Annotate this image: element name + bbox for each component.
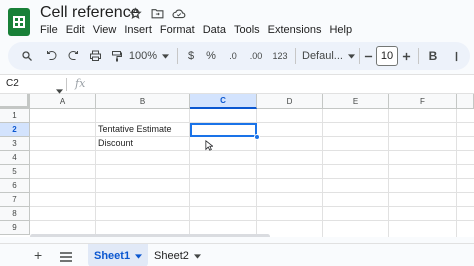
fill-handle[interactable] [254, 134, 260, 140]
menu-file[interactable]: File [40, 24, 58, 36]
name-box[interactable]: C2 [6, 78, 19, 89]
row-header-3[interactable]: 3 [0, 137, 30, 151]
title-bar: Cell reference File Edit View Insert For… [0, 0, 474, 40]
column-header-f[interactable]: F [389, 94, 457, 109]
menu-view[interactable]: View [93, 24, 117, 36]
row-header-8[interactable]: 8 [0, 207, 30, 221]
row-gridline [30, 150, 474, 151]
column-header-e[interactable]: E [323, 94, 389, 109]
spreadsheet-app: Cell reference File Edit View Insert For… [0, 0, 474, 266]
sheet-grid[interactable]: A B C D E F 1 2 3 4 5 6 7 8 9 Tentative … [0, 94, 474, 237]
column-header-a[interactable]: A [30, 94, 96, 109]
row-gridline [30, 220, 474, 221]
bold-button[interactable]: B [426, 42, 440, 70]
move-folder-icon[interactable] [150, 6, 164, 20]
print-icon[interactable] [86, 42, 104, 70]
column-header-b[interactable]: B [96, 94, 190, 109]
menu-tools[interactable]: Tools [234, 24, 260, 36]
zoom-value[interactable]: 100% [128, 42, 158, 70]
column-gridline [388, 109, 389, 237]
currency-format-button[interactable]: $ [184, 42, 198, 70]
font-family-select[interactable]: Defaul... [302, 42, 346, 70]
column-gridline [95, 109, 96, 237]
toolbar: 100% $ % .0 .00 123 Defaul... 10 B [8, 42, 470, 70]
undo-icon[interactable] [42, 42, 60, 70]
increase-decimal-button[interactable]: .00 [246, 42, 266, 70]
cloud-status-icon[interactable] [172, 6, 186, 20]
sheet-tab-label: Sheet1 [94, 249, 131, 262]
sheet-tab-sheet1[interactable]: Sheet1 [88, 244, 149, 266]
increase-font-size-icon[interactable] [400, 42, 412, 70]
column-gridline [456, 109, 457, 237]
row-header-6[interactable]: 6 [0, 179, 30, 193]
toolbar-divider [359, 48, 360, 64]
menu-insert[interactable]: Insert [124, 24, 152, 36]
row-header-4[interactable]: 4 [0, 151, 30, 165]
add-sheet-icon[interactable]: + [34, 247, 42, 263]
title-icons [128, 6, 186, 20]
row-gridline [30, 178, 474, 179]
decrease-decimal-label: .0 [229, 51, 237, 61]
toolbar-divider [177, 48, 178, 64]
zoom-dropdown-icon[interactable] [160, 42, 170, 70]
document-title[interactable]: Cell reference [40, 4, 140, 22]
row-header-2[interactable]: 2 [0, 123, 30, 137]
menu-format[interactable]: Format [160, 24, 195, 36]
cell-b3[interactable]: Discount [98, 138, 133, 148]
row-header-7[interactable]: 7 [0, 193, 30, 207]
sheet-tab-label: Sheet2 [154, 249, 189, 262]
active-cell-c2[interactable] [190, 123, 257, 137]
horizontal-scrollbar[interactable] [30, 234, 270, 237]
percent-format-button[interactable]: % [204, 42, 218, 70]
sheet-tab-sheet2[interactable]: Sheet2 [148, 244, 207, 266]
mouse-cursor-icon [205, 138, 215, 156]
sheet-tab-bar: + Sheet1 Sheet2 [0, 243, 474, 266]
row-header-1[interactable]: 1 [0, 109, 30, 123]
paint-format-icon[interactable] [108, 42, 126, 70]
row-gridline [30, 164, 474, 165]
sheet-tab-dropdown-icon[interactable] [135, 250, 143, 262]
decrease-font-size-icon[interactable] [362, 42, 374, 70]
menu-help[interactable]: Help [329, 24, 352, 36]
toolbar-divider [295, 48, 296, 64]
row-header-5[interactable]: 5 [0, 165, 30, 179]
formula-bar: C2 fx [0, 74, 474, 94]
toolbar-divider [418, 48, 419, 64]
column-header-c[interactable]: C [190, 94, 257, 109]
sheets-logo-icon[interactable] [8, 8, 30, 36]
font-size-input[interactable]: 10 [376, 46, 398, 66]
column-gridline [322, 109, 323, 237]
search-menus-icon[interactable] [18, 42, 36, 70]
column-header-d[interactable]: D [257, 94, 323, 109]
font-dropdown-icon[interactable] [346, 42, 356, 70]
row-header-9[interactable]: 9 [0, 221, 30, 235]
cell-b2[interactable]: Tentative Estimate [98, 124, 172, 134]
select-all-corner[interactable] [0, 94, 30, 109]
decrease-decimal-button[interactable]: .0 [224, 42, 242, 70]
sheet-tab-dropdown-icon[interactable] [193, 250, 201, 262]
redo-icon[interactable] [64, 42, 82, 70]
increase-decimal-label: .00 [249, 51, 263, 61]
row-gridline [30, 206, 474, 207]
menu-data[interactable]: Data [203, 24, 226, 36]
column-header-partial[interactable] [457, 94, 474, 109]
row-gridline [30, 192, 474, 193]
menu-edit[interactable]: Edit [66, 24, 85, 36]
formula-divider [66, 78, 67, 91]
fx-icon: fx [75, 77, 86, 90]
more-options-icon[interactable] [448, 42, 464, 70]
all-sheets-menu-icon[interactable] [60, 249, 72, 266]
menu-extensions[interactable]: Extensions [268, 24, 322, 36]
menu-bar: File Edit View Insert Format Data Tools … [40, 24, 360, 36]
more-formats-button[interactable]: 123 [270, 42, 290, 70]
star-icon[interactable] [128, 6, 142, 20]
